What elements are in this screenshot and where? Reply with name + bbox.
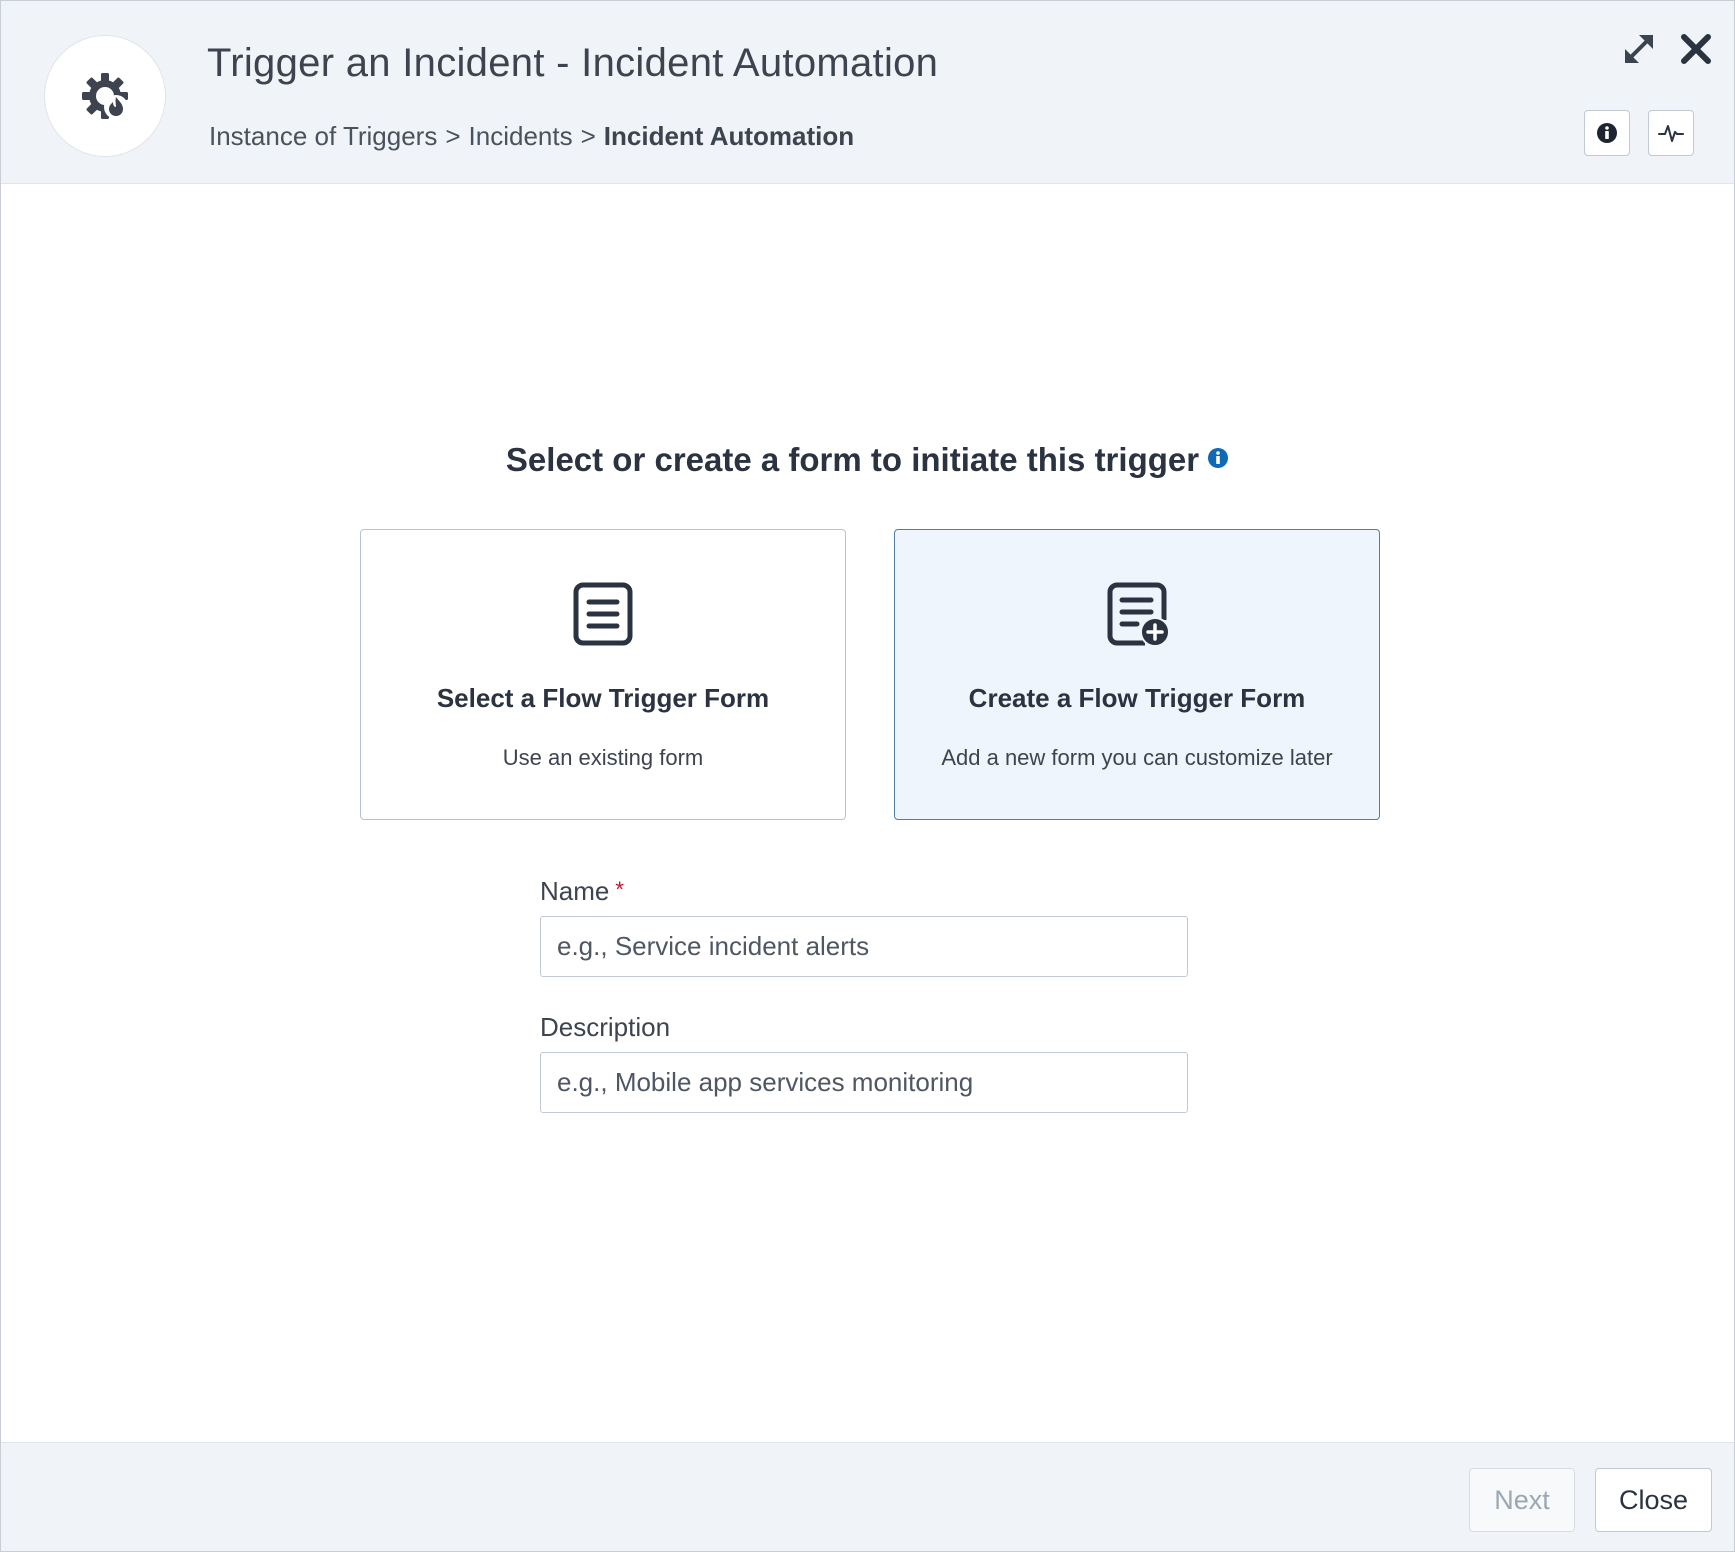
create-flow-trigger-form-card[interactable]: Create a Flow Trigger Form Add a new for… — [894, 529, 1380, 820]
document-add-icon — [1107, 582, 1169, 646]
dialog-header: Trigger an Incident - Incident Automatio… — [1, 1, 1734, 184]
close-dialog-button[interactable] — [1678, 31, 1714, 67]
trigger-dialog: Trigger an Incident - Incident Automatio… — [0, 0, 1735, 1552]
close-button[interactable]: Close — [1595, 1468, 1712, 1532]
document-lines-icon — [573, 582, 633, 646]
breadcrumb: Instance of Triggers > Incidents > Incident … — [209, 121, 854, 152]
create-card-subtitle: Add a new form you can customize later — [941, 745, 1333, 770]
description-input[interactable] — [540, 1052, 1188, 1113]
next-button[interactable]: Next — [1469, 1468, 1575, 1532]
select-card-title: Select a Flow Trigger Form — [436, 683, 770, 713]
breadcrumb-current: Incident Automation — [603, 121, 855, 151]
activity-button[interactable] — [1648, 110, 1694, 156]
breadcrumb-item-instance-of-triggers[interactable]: Instance of Triggers — [209, 121, 437, 151]
name-input[interactable] — [540, 916, 1188, 977]
breadcrumb-separator: > — [445, 121, 461, 151]
prompt-info-icon[interactable] — [1207, 447, 1229, 469]
breadcrumb-item-incidents[interactable]: Incidents — [469, 121, 573, 151]
breadcrumb-separator: > — [580, 121, 596, 151]
dialog-footer: Next Close — [1, 1442, 1734, 1551]
info-icon — [1597, 123, 1617, 143]
name-label: Name * — [540, 876, 624, 907]
close-x-icon — [1681, 34, 1711, 64]
activity-pulse-icon — [1658, 125, 1684, 142]
form-prompt-text: Select or create a form to initiate this… — [505, 441, 1200, 478]
expand-arrows-icon — [1625, 35, 1653, 63]
select-card-subtitle: Use an existing form — [502, 745, 704, 770]
gear-flame-icon — [82, 73, 128, 119]
app-icon-circle — [44, 35, 166, 157]
info-button[interactable] — [1584, 110, 1630, 156]
description-label: Description — [540, 1012, 671, 1042]
create-card-title: Create a Flow Trigger Form — [968, 683, 1306, 713]
form-prompt: Select or create a form to initiate this… — [1, 441, 1734, 479]
expand-button[interactable] — [1621, 31, 1657, 67]
required-indicator: * — [615, 877, 624, 902]
select-flow-trigger-form-card[interactable]: Select a Flow Trigger Form Use an existi… — [360, 529, 846, 820]
dialog-title: Trigger an Incident - Incident Automatio… — [207, 41, 939, 85]
name-label-text: Name — [540, 876, 610, 906]
